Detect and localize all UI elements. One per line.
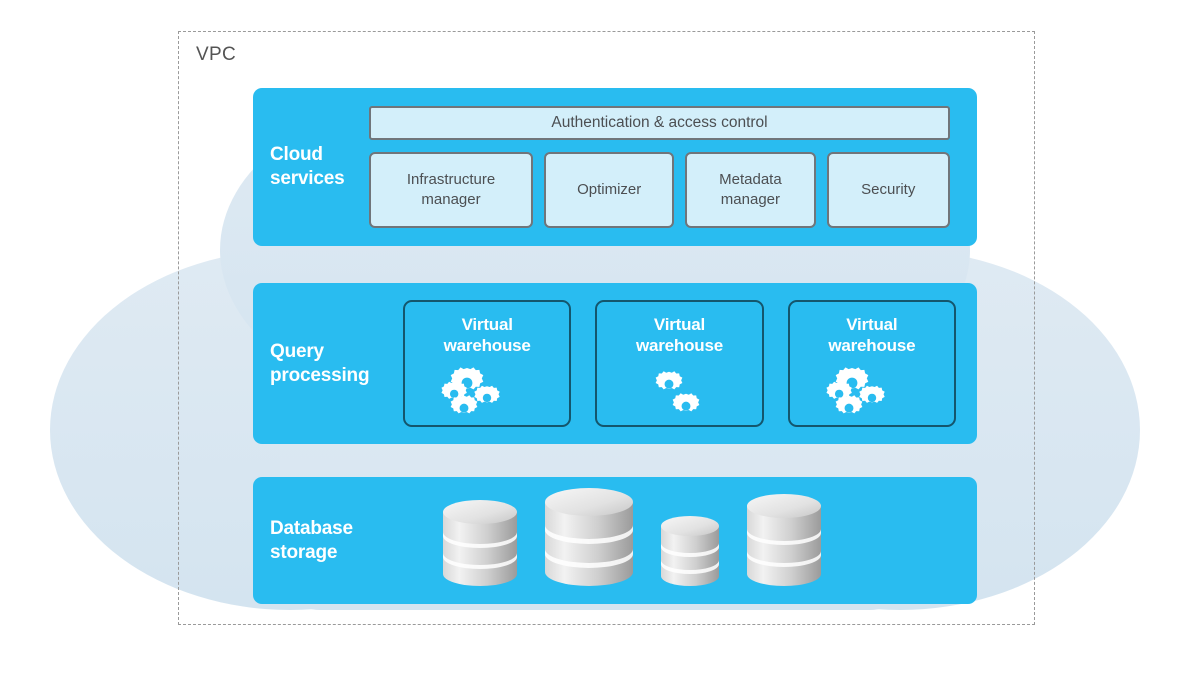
virtual-warehouse-1-label: Virtual warehouse	[443, 315, 531, 355]
service-box-optimizer[interactable]: Optimizer	[544, 152, 675, 228]
gears-icon	[826, 367, 885, 414]
cloud-services-box-row: Infrastructure manager Optimizer Metadat…	[369, 152, 950, 228]
database-cylinder-icon[interactable]	[745, 492, 823, 588]
gears-icon	[441, 367, 500, 414]
layer-query-processing: Query processing Virtual warehouse Virtu…	[253, 283, 977, 444]
virtual-warehouse-2[interactable]: Virtual warehouse	[595, 300, 764, 427]
layer-cloud-services: Cloud services Authentication & access c…	[253, 88, 977, 246]
database-cylinder-row	[393, 477, 977, 604]
virtual-warehouse-row: Virtual warehouse Virtual warehouse Virt…	[403, 283, 977, 444]
virtual-warehouse-3[interactable]: Virtual warehouse	[787, 300, 956, 427]
diagram-canvas: VPC Cloud services Authentication & acce…	[0, 0, 1200, 678]
layer-query-processing-title: Query processing	[270, 340, 370, 386]
service-box-metadata-manager[interactable]: Metadata manager	[685, 152, 816, 228]
authentication-access-control-box[interactable]: Authentication & access control	[369, 106, 950, 140]
virtual-warehouse-1[interactable]: Virtual warehouse	[403, 300, 572, 427]
service-box-infrastructure-manager[interactable]: Infrastructure manager	[369, 152, 534, 228]
gears-icon	[656, 371, 700, 412]
vpc-label: VPC	[196, 44, 236, 65]
layer-database-storage: Database storage	[253, 477, 977, 604]
layer-database-storage-title: Database storage	[270, 517, 353, 563]
database-cylinder-icon[interactable]	[543, 486, 635, 588]
virtual-warehouse-2-label: Virtual warehouse	[635, 315, 723, 355]
database-cylinder-icon[interactable]	[441, 498, 519, 588]
virtual-warehouse-2-gears	[597, 356, 761, 425]
cloud-services-content: Authentication & access control Infrastr…	[369, 88, 977, 246]
virtual-warehouse-1-gears	[405, 356, 569, 425]
service-box-security[interactable]: Security	[826, 152, 950, 228]
virtual-warehouse-3-gears	[790, 356, 954, 425]
database-cylinder-icon[interactable]	[659, 514, 721, 588]
layer-cloud-services-title: Cloud services	[270, 144, 345, 189]
virtual-warehouse-3-label: Virtual warehouse	[828, 315, 916, 355]
